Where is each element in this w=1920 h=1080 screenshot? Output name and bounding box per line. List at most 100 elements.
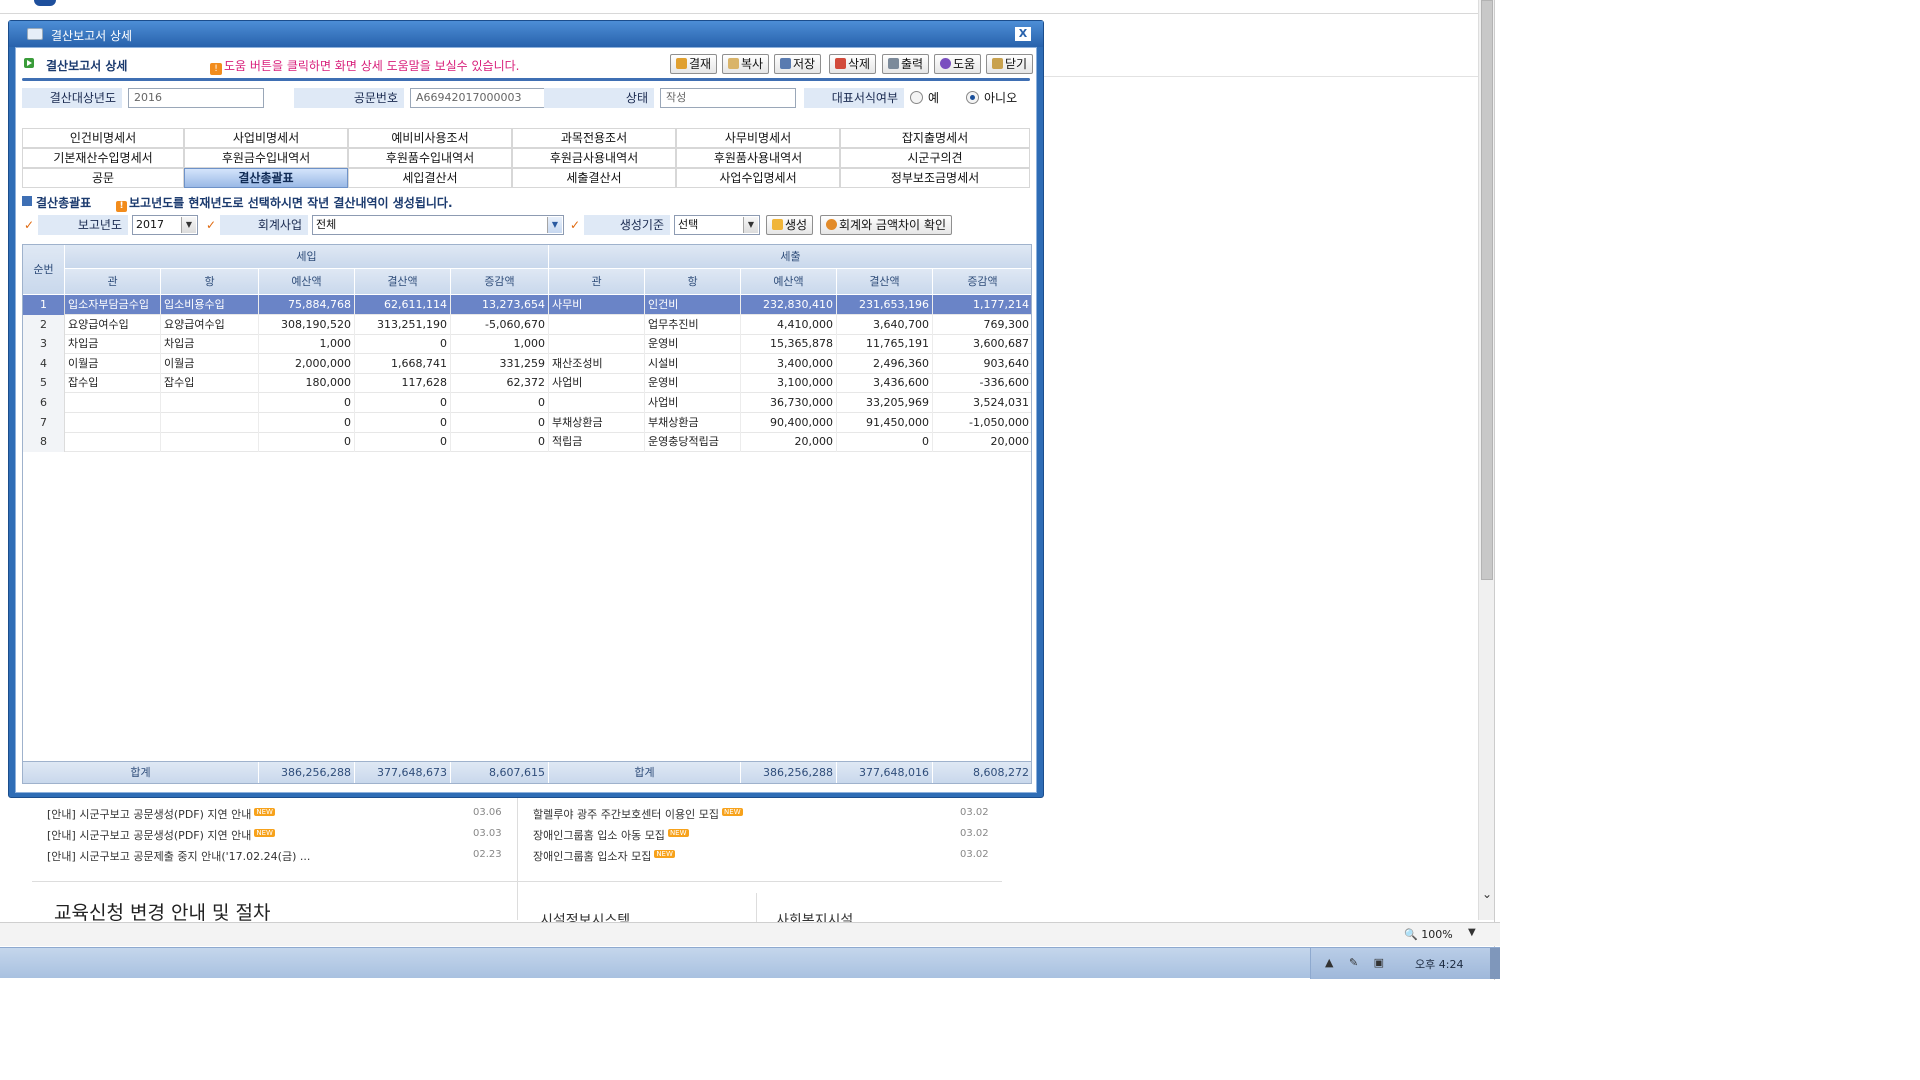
report-year-select[interactable]: 2017 ▼ (132, 215, 198, 235)
scroll-down-icon[interactable]: ⌄ (1481, 888, 1493, 900)
cell-in-budget[interactable]: 308,190,520 (259, 314, 355, 335)
notice-left-item[interactable]: [안내] 시군구보고 공문제출 중지 안내('17.02.24(금) ... (47, 848, 310, 866)
cell-ex-diff[interactable]: 3,524,031 (933, 393, 1031, 413)
cell-ex-budget[interactable]: 90,400,000 (741, 412, 837, 433)
cell-ex-budget[interactable]: 4,410,000 (741, 314, 837, 335)
cell-no[interactable]: 2 (23, 314, 65, 335)
print-button[interactable]: 출력 (882, 54, 930, 74)
table-row[interactable]: 1 입소자부담금수입 입소비용수입 75,884,768 62,611,114 13,27… (23, 295, 1031, 315)
cell-ex-hang[interactable]: 운영비 (645, 373, 741, 394)
col-ex-gwan[interactable]: 관 (549, 269, 645, 295)
table-row[interactable]: 8 0 0 0 적립금 운영충당적립금 20,000 0 20,000 (23, 432, 1031, 453)
cell-no[interactable]: 6 (23, 393, 65, 413)
show-desktop-button[interactable] (1490, 948, 1500, 979)
cell-ex-hang[interactable]: 운영비 (645, 334, 741, 355)
cell-in-hang[interactable] (161, 412, 259, 433)
tab-donated-goods-usage[interactable]: 후원품사용내역서 (676, 148, 840, 168)
cell-in-hang[interactable] (161, 432, 259, 453)
col-in-diff[interactable]: 증감액 (451, 269, 549, 295)
cell-in-diff[interactable]: 0 (451, 432, 549, 453)
tab-income-settlement[interactable]: 세입결산서 (348, 168, 512, 188)
tab-donation-usage[interactable]: 후원금사용내역서 (512, 148, 676, 168)
tray-icons[interactable]: ▲ ✎ ▣ (1325, 956, 1390, 969)
cell-ex-diff[interactable]: -336,600 (933, 373, 1031, 393)
cell-ex-budget[interactable]: 20,000 (741, 432, 837, 453)
basis-select[interactable]: 선택 ▼ (674, 215, 760, 235)
cell-ex-hang[interactable]: 인건비 (645, 295, 741, 315)
cell-in-settle[interactable]: 1,668,741 (355, 353, 451, 374)
cell-ex-settle[interactable]: 231,653,196 (837, 295, 933, 315)
cell-in-diff[interactable]: 0 (451, 393, 549, 413)
cell-in-settle[interactable]: 0 (355, 432, 451, 453)
cell-ex-diff[interactable]: 20,000 (933, 432, 1031, 452)
status-field[interactable]: 작성 (660, 88, 796, 108)
cell-in-hang[interactable] (161, 393, 259, 413)
cell-ex-budget[interactable]: 3,400,000 (741, 353, 837, 374)
cell-in-budget[interactable]: 0 (259, 412, 355, 433)
cell-in-gwan[interactable] (65, 393, 161, 413)
dialog-close-button[interactable]: X (1015, 27, 1031, 41)
cell-ex-gwan[interactable] (549, 334, 645, 355)
tab-settlement-summary[interactable]: 결산총괄표 (184, 168, 348, 188)
cell-in-hang[interactable]: 잡수입 (161, 373, 259, 394)
cell-ex-diff[interactable]: -1,050,000 (933, 413, 1031, 433)
cell-no[interactable]: 7 (23, 412, 65, 433)
copy-button[interactable]: 복사 (722, 54, 770, 74)
table-row[interactable]: 2 요양급여수입 요양급여수입 308,190,520 313,251,190 -5,06… (23, 314, 1031, 335)
tab-misc-expense[interactable]: 잡지출명세서 (840, 128, 1030, 148)
cell-in-settle[interactable]: 62,611,114 (355, 295, 451, 315)
cell-ex-settle[interactable]: 3,436,600 (837, 373, 933, 394)
cell-in-hang[interactable]: 요양급여수입 (161, 314, 259, 335)
tab-base-asset-income[interactable]: 기본재산수입명세서 (22, 148, 184, 168)
cell-in-settle[interactable]: 0 (355, 334, 451, 355)
cell-in-gwan[interactable] (65, 412, 161, 433)
cell-ex-hang[interactable]: 사업비 (645, 393, 741, 413)
cell-in-gwan[interactable]: 입소자부담금수입 (65, 295, 161, 315)
table-row[interactable]: 6 0 0 0 사업비 36,730,000 33,205,969 3,524,031 (23, 393, 1031, 413)
col-in-settle[interactable]: 결산액 (355, 269, 451, 295)
cell-ex-budget[interactable]: 15,365,878 (741, 334, 837, 355)
tab-donation-income[interactable]: 후원금수입내역서 (184, 148, 348, 168)
cell-ex-settle[interactable]: 3,640,700 (837, 314, 933, 335)
col-in-hang[interactable]: 항 (161, 269, 259, 295)
cell-ex-gwan[interactable]: 재산조성비 (549, 353, 645, 374)
cell-in-settle[interactable]: 313,251,190 (355, 314, 451, 335)
tab-gov-subsidy[interactable]: 정부보조금명세서 (840, 168, 1030, 188)
cell-ex-diff[interactable]: 1,177,214 (933, 295, 1031, 315)
cell-ex-hang[interactable]: 시설비 (645, 353, 741, 374)
cell-ex-budget[interactable]: 36,730,000 (741, 393, 837, 413)
tab-project-cost[interactable]: 사업비명세서 (184, 128, 348, 148)
cell-in-gwan[interactable]: 차입금 (65, 334, 161, 355)
tab-reserve-usage[interactable]: 예비비사용조서 (348, 128, 512, 148)
delete-button[interactable]: 삭제 (829, 54, 877, 74)
cell-ex-gwan[interactable]: 부채상환금 (549, 412, 645, 433)
notice-right-item[interactable]: 장애인그룹홈 입소 아동 모집 NEW (533, 827, 689, 845)
cell-in-gwan[interactable]: 요양급여수입 (65, 314, 161, 335)
rep-no-radio[interactable] (966, 91, 979, 104)
cell-in-diff[interactable]: 1,000 (451, 334, 549, 355)
tab-official-doc[interactable]: 공문 (22, 168, 184, 188)
col-ex-settle[interactable]: 결산액 (837, 269, 933, 295)
notice-left-item[interactable]: [안내] 시군구보고 공문생성(PDF) 지연 안내 NEW (47, 827, 275, 845)
edu-section-title[interactable]: 교육신청 변경 안내 및 절차 (54, 898, 270, 925)
cell-no[interactable]: 3 (23, 334, 65, 355)
chevron-down-icon[interactable]: ▼ (181, 217, 196, 233)
zoom-control[interactable]: 🔍 100% (1404, 928, 1453, 941)
rep-yes-radio[interactable] (910, 91, 923, 104)
cell-in-diff[interactable]: 331,259 (451, 353, 549, 374)
chevron-down-icon[interactable]: ▼ (743, 217, 758, 233)
table-row[interactable]: 7 0 0 0 부채상환금 부채상환금 90,400,000 91,450,000 -1,050… (23, 412, 1031, 433)
cell-in-diff[interactable]: 13,273,654 (451, 295, 549, 315)
col-in-gwan[interactable]: 관 (65, 269, 161, 295)
cell-in-budget[interactable]: 1,000 (259, 334, 355, 355)
table-row[interactable]: 3 차입금 차입금 1,000 0 1,000 운영비 15,365,878 11,765,19… (23, 334, 1031, 355)
cell-ex-settle[interactable]: 11,765,191 (837, 334, 933, 355)
cell-in-budget[interactable]: 0 (259, 432, 355, 453)
cell-in-budget[interactable]: 0 (259, 393, 355, 413)
col-ex-budget[interactable]: 예산액 (741, 269, 837, 295)
tab-item-transfer[interactable]: 과목전용조서 (512, 128, 676, 148)
cell-ex-hang[interactable]: 부채상환금 (645, 412, 741, 433)
compare-amount-button[interactable]: 회계와 금액차이 확인 (820, 215, 952, 235)
cell-in-budget[interactable]: 2,000,000 (259, 353, 355, 374)
cell-ex-gwan[interactable]: 사업비 (549, 373, 645, 394)
